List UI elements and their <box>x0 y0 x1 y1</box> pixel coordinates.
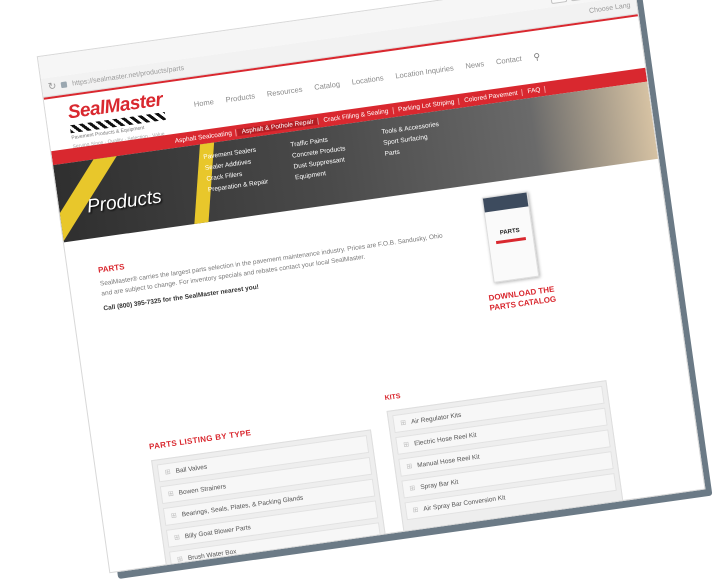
plus-icon: ⊞ <box>167 490 175 499</box>
tilted-browser-sheet: ☰ – ❐ ✕ ↻ https://sealmaster.net/product… <box>36 0 713 580</box>
minimize-button[interactable]: – <box>569 0 588 2</box>
nav-location-inquiries[interactable]: Location Inquiries <box>395 63 455 82</box>
kits-panel: ⊞ Air Regulator Kits ⊞ Electric Hose Ree… <box>386 380 625 542</box>
plus-icon: ⊞ <box>176 555 184 564</box>
hero-menu-col-1: Pavement Sealers Sealer Additives Crack … <box>203 146 269 194</box>
language-chooser[interactable]: Choose Lang <box>589 2 631 15</box>
list-item-label: Billy Goat Blower Parts <box>184 523 252 540</box>
nav-locations[interactable]: Locations <box>351 73 384 88</box>
nav-products[interactable]: Products <box>225 91 256 106</box>
plus-icon: ⊞ <box>412 506 419 515</box>
search-icon[interactable]: ⚲ <box>533 51 541 63</box>
reload-icon[interactable]: ↻ <box>47 80 57 92</box>
hero-menu-col-3: Tools & Accessories Sport Surfacing Part… <box>381 121 442 158</box>
plus-icon: ⊞ <box>409 484 416 493</box>
lock-icon <box>60 81 68 89</box>
parts-heading: PARTS <box>97 262 126 275</box>
screenshot-stage: ☰ – ❐ ✕ ↻ https://sealmaster.net/product… <box>0 0 719 584</box>
plus-icon: ⊞ <box>164 468 172 477</box>
plus-icon: ⊞ <box>406 463 413 471</box>
catalog-cover-rule <box>495 236 527 245</box>
download-catalog-link[interactable]: DOWNLOAD THE PARTS CATALOG <box>481 284 563 315</box>
nav-catalog[interactable]: Catalog <box>314 79 341 93</box>
nav-contact[interactable]: Contact <box>495 54 522 68</box>
plus-icon: ⊞ <box>399 419 407 428</box>
menu-button[interactable]: ☰ <box>549 0 568 5</box>
list-item-label: Ball Valves <box>175 463 208 475</box>
category-faq[interactable]: FAQ <box>523 85 546 96</box>
nav-home[interactable]: Home <box>193 97 214 111</box>
plus-icon: ⊞ <box>173 534 181 542</box>
parts-description: SealMaster® carries the largest parts se… <box>99 232 444 298</box>
kits-heading: KITS <box>384 392 402 403</box>
list-item-label: Air Regulator Kits <box>410 411 462 426</box>
nav-news[interactable]: News <box>465 59 485 73</box>
list-item-label: Air Spray Bar Conversion Kit <box>422 493 506 513</box>
list-item-label: Electric Hose Reel Kit <box>413 431 477 447</box>
plus-icon: ⊞ <box>170 512 178 521</box>
catalog-cover-band <box>482 192 529 213</box>
parts-catalog-cover[interactable]: PARTS <box>481 191 540 283</box>
page-title: Products <box>85 186 163 218</box>
plus-icon: ⊞ <box>402 441 410 449</box>
list-item-label: Spray Bar Kit <box>419 478 459 491</box>
list-item-label: Manual Hose Reel Kit <box>416 453 480 469</box>
list-item-label: Bowen Strainers <box>178 482 227 497</box>
browser-window: ☰ – ❐ ✕ ↻ https://sealmaster.net/product… <box>36 0 706 574</box>
hero-menu-col-2: Traffic Paints Concrete Products Dust Su… <box>290 134 349 182</box>
nav-resources[interactable]: Resources <box>266 85 303 101</box>
